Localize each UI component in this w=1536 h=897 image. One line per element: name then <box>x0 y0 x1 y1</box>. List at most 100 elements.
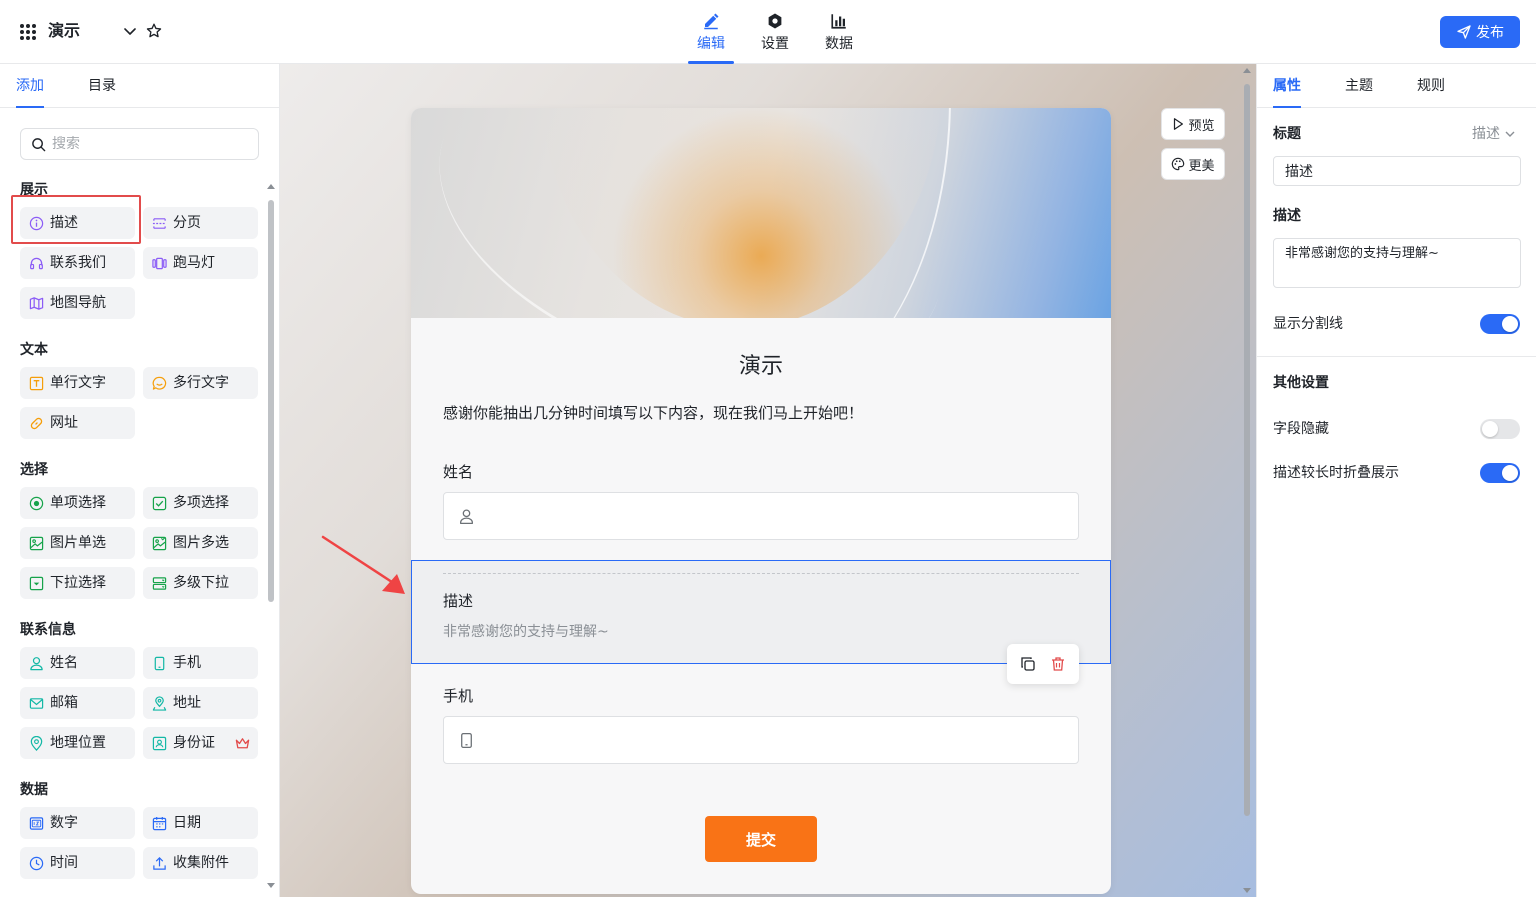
location-pin-icon <box>30 735 43 751</box>
search-box[interactable] <box>20 128 259 160</box>
radio-icon <box>29 496 44 510</box>
component-name[interactable]: 姓名 <box>20 647 135 679</box>
component-location[interactable]: 地理位置 <box>20 727 135 759</box>
form-title[interactable]: 演示 <box>411 352 1111 382</box>
scroll-down-icon[interactable] <box>267 883 275 888</box>
left-tabs: 添加 目录 <box>0 64 279 108</box>
component-marquee[interactable]: 跑马灯 <box>143 247 258 279</box>
component-attachment[interactable]: 收集附件 <box>143 847 258 879</box>
map-icon <box>29 296 44 310</box>
chevron-down-icon[interactable] <box>122 22 138 40</box>
component-map-nav[interactable]: 地图导航 <box>20 287 135 319</box>
mobile-icon <box>461 732 472 748</box>
form-banner <box>411 108 1111 318</box>
component-image-multi[interactable]: 图片多选 <box>143 527 258 559</box>
chat-bubble-icon <box>152 376 167 390</box>
component-multi-text[interactable]: 多行文字 <box>143 367 258 399</box>
component-url[interactable]: 网址 <box>20 407 135 439</box>
desc-textarea[interactable]: 非常感谢您的支持与理解~ <box>1273 238 1521 288</box>
show-divider-toggle[interactable] <box>1480 314 1520 334</box>
description-block-selected[interactable]: 描述 非常感谢您的支持与理解~ <box>411 560 1111 664</box>
component-email[interactable]: 邮箱 <box>20 687 135 719</box>
submit-button[interactable]: 提交 <box>705 816 817 862</box>
form-intro[interactable]: 感谢你能抽出几分钟时间填写以下内容，现在我们马上开始吧！ <box>443 402 863 424</box>
app-title: 演示 <box>48 21 81 40</box>
tab-data[interactable]: 数据 <box>814 0 864 64</box>
main-tabs: 编辑 设置 数据 <box>686 0 864 64</box>
canvas-scroll-down-icon[interactable] <box>1243 888 1251 893</box>
tab-edit-label: 编辑 <box>697 36 725 52</box>
search-icon <box>32 137 46 151</box>
component-panel: 添加 目录 展示 描述 分页 联系我们 跑马灯 地图导航 文本 单行文字 多行文… <box>0 64 280 897</box>
phone-field-label: 手机 <box>443 687 474 705</box>
copy-icon[interactable] <box>1020 656 1036 672</box>
form-canvas: 演示 感谢你能抽出几分钟时间填写以下内容，现在我们马上开始吧！ 姓名 描述 非常… <box>280 64 1256 897</box>
canvas-scrollbar[interactable] <box>1242 68 1252 893</box>
tab-add[interactable]: 添加 <box>16 76 44 108</box>
tab-catalog[interactable]: 目录 <box>88 76 116 96</box>
title-prop-label: 标题 <box>1273 126 1301 142</box>
section-text: 文本 <box>20 342 48 358</box>
left-scrollbar[interactable] <box>266 184 276 888</box>
component-contact-us[interactable]: 联系我们 <box>20 247 135 279</box>
crown-icon <box>235 738 250 749</box>
search-input[interactable] <box>52 136 242 152</box>
tab-rules[interactable]: 规则 <box>1417 76 1445 96</box>
component-phone[interactable]: 手机 <box>143 647 258 679</box>
fold-desc-toggle[interactable] <box>1480 463 1520 483</box>
title-type-value: 描述 <box>1472 126 1500 142</box>
image-icon <box>29 536 44 550</box>
component-cascade[interactable]: 多级下拉 <box>143 567 258 599</box>
component-pagination[interactable]: 分页 <box>143 207 258 239</box>
user-icon <box>460 508 473 524</box>
phone-input[interactable] <box>443 716 1079 764</box>
component-date[interactable]: 日期 <box>143 807 258 839</box>
hide-field-toggle[interactable] <box>1480 419 1520 439</box>
component-id-card[interactable]: 身份证 <box>143 727 258 759</box>
section-data: 数据 <box>20 782 48 798</box>
upload-icon <box>153 856 166 870</box>
component-dropdown[interactable]: 下拉选择 <box>20 567 135 599</box>
publish-button[interactable]: 发布 <box>1440 16 1520 48</box>
component-single-text[interactable]: 单行文字 <box>20 367 135 399</box>
title-input[interactable] <box>1273 156 1521 186</box>
play-icon <box>1174 118 1184 130</box>
page-break-icon <box>152 217 167 229</box>
tab-properties[interactable]: 属性 <box>1273 76 1301 108</box>
form-card: 演示 感谢你能抽出几分钟时间填写以下内容，现在我们马上开始吧！ 姓名 描述 非常… <box>411 108 1111 894</box>
preview-button[interactable]: 预览 <box>1161 108 1225 140</box>
tab-settings[interactable]: 设置 <box>750 0 800 64</box>
show-divider-label: 显示分割线 <box>1273 316 1343 332</box>
address-pin-icon <box>152 695 167 711</box>
properties-panel: 属性 主题 规则 标题 描述 描述 非常感谢您的支持与理解~ 显示分割线 其他设… <box>1256 64 1536 897</box>
mail-icon <box>29 697 44 709</box>
component-multi-choice[interactable]: 多项选择 <box>143 487 258 519</box>
palette-icon <box>1172 157 1185 171</box>
apps-grid-icon[interactable] <box>20 24 36 40</box>
component-image-single[interactable]: 图片单选 <box>20 527 135 559</box>
canvas-scroll-thumb[interactable] <box>1244 84 1250 816</box>
component-time[interactable]: 时间 <box>20 847 135 879</box>
preview-label: 预览 <box>1188 118 1215 134</box>
title-type-select[interactable]: 描述 <box>1472 124 1516 144</box>
component-address[interactable]: 地址 <box>143 687 258 719</box>
name-field-label: 姓名 <box>443 463 474 481</box>
pencil-icon <box>704 13 719 30</box>
trash-icon[interactable] <box>1050 656 1066 672</box>
link-icon <box>30 417 43 429</box>
component-number[interactable]: 数字 <box>20 807 135 839</box>
name-input[interactable] <box>443 492 1079 540</box>
beautify-button[interactable]: 更美 <box>1161 148 1225 180</box>
dropdown-icon <box>29 576 44 590</box>
component-describe[interactable]: 描述 <box>20 207 135 239</box>
tab-edit[interactable]: 编辑 <box>686 0 736 64</box>
scroll-up-icon[interactable] <box>267 184 275 189</box>
tab-theme[interactable]: 主题 <box>1345 76 1373 96</box>
component-single-choice[interactable]: 单项选择 <box>20 487 135 519</box>
star-icon[interactable] <box>145 22 163 40</box>
id-card-icon <box>152 736 167 750</box>
hide-field-label: 字段隐藏 <box>1273 421 1329 437</box>
description-text: 非常感谢您的支持与理解~ <box>443 624 609 640</box>
canvas-scroll-up-icon[interactable] <box>1243 68 1251 73</box>
scroll-thumb[interactable] <box>268 200 274 602</box>
